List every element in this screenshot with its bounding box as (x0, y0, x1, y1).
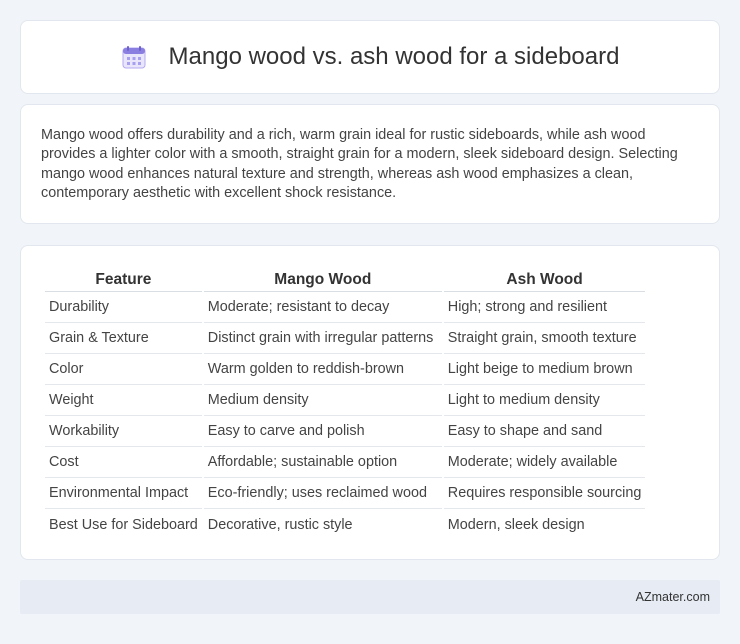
summary-text: Mango wood offers durability and a rich,… (41, 127, 678, 202)
ash-cell: Requires responsible sourcing (443, 478, 646, 509)
footer-brand-link[interactable]: AZmater.com (636, 590, 710, 604)
page-title: Mango wood vs. ash wood for a sideboard (168, 43, 620, 70)
title-card: Mango wood vs. ash wood for a sideboard (20, 20, 720, 94)
footer: AZmater.com (20, 580, 720, 614)
mango-cell: Warm golden to reddish-brown (203, 354, 442, 385)
header-ash-wood: Ash Wood (443, 265, 646, 292)
ash-cell: Light to medium density (443, 385, 646, 416)
header-feature: Feature (45, 265, 202, 292)
feature-cell: Color (45, 354, 202, 385)
feature-cell: Durability (45, 292, 202, 323)
feature-cell: Cost (45, 447, 202, 478)
table-row: Grain & Texture Distinct grain with irre… (45, 323, 646, 354)
mango-cell: Moderate; resistant to decay (203, 292, 442, 323)
summary-card: Mango wood offers durability and a rich,… (20, 104, 720, 224)
calendar-icon (121, 44, 147, 70)
mango-cell: Eco-friendly; uses reclaimed wood (203, 478, 442, 509)
mango-cell: Easy to carve and polish (203, 416, 442, 447)
feature-cell: Best Use for Sideboard (49, 516, 198, 533)
table-header-row: Feature Mango Wood Ash Wood (45, 265, 646, 292)
table-row: Weight Medium density Light to medium de… (45, 385, 646, 416)
mango-cell: Medium density (203, 385, 442, 416)
mango-cell: Distinct grain with irregular patterns (203, 323, 442, 354)
ash-cell: High; strong and resilient (443, 292, 646, 323)
mango-cell: Affordable; sustainable option (203, 447, 442, 478)
ash-cell: Easy to shape and sand (443, 416, 646, 447)
ash-cell: Straight grain, smooth texture (443, 323, 646, 354)
table-row: Durability Moderate; resistant to decay … (45, 292, 646, 323)
table-row: Color Warm golden to reddish-brown Light… (45, 354, 646, 385)
feature-cell: Weight (45, 385, 202, 416)
comparison-table-card: Feature Mango Wood Ash Wood Durability M… (20, 245, 720, 560)
feature-cell: Environmental Impact (45, 478, 202, 509)
comparison-table: Feature Mango Wood Ash Wood Durability M… (43, 265, 647, 540)
table-row: Best Use for Sideboard Decorative, rusti… (45, 509, 645, 540)
feature-cell: Grain & Texture (45, 323, 202, 354)
ash-cell: Light beige to medium brown (443, 354, 646, 385)
table-row: Cost Affordable; sustainable option Mode… (45, 447, 646, 478)
feature-cell: Workability (45, 416, 202, 447)
ash-cell: Moderate; widely available (443, 447, 646, 478)
mango-cell: Decorative, rustic style (207, 516, 353, 533)
ash-cell: Modern, sleek design (447, 516, 585, 533)
table-row: Environmental Impact Eco-friendly; uses … (45, 478, 646, 509)
table-row: Workability Easy to carve and polish Eas… (45, 416, 646, 447)
header-mango-wood: Mango Wood (203, 265, 442, 292)
